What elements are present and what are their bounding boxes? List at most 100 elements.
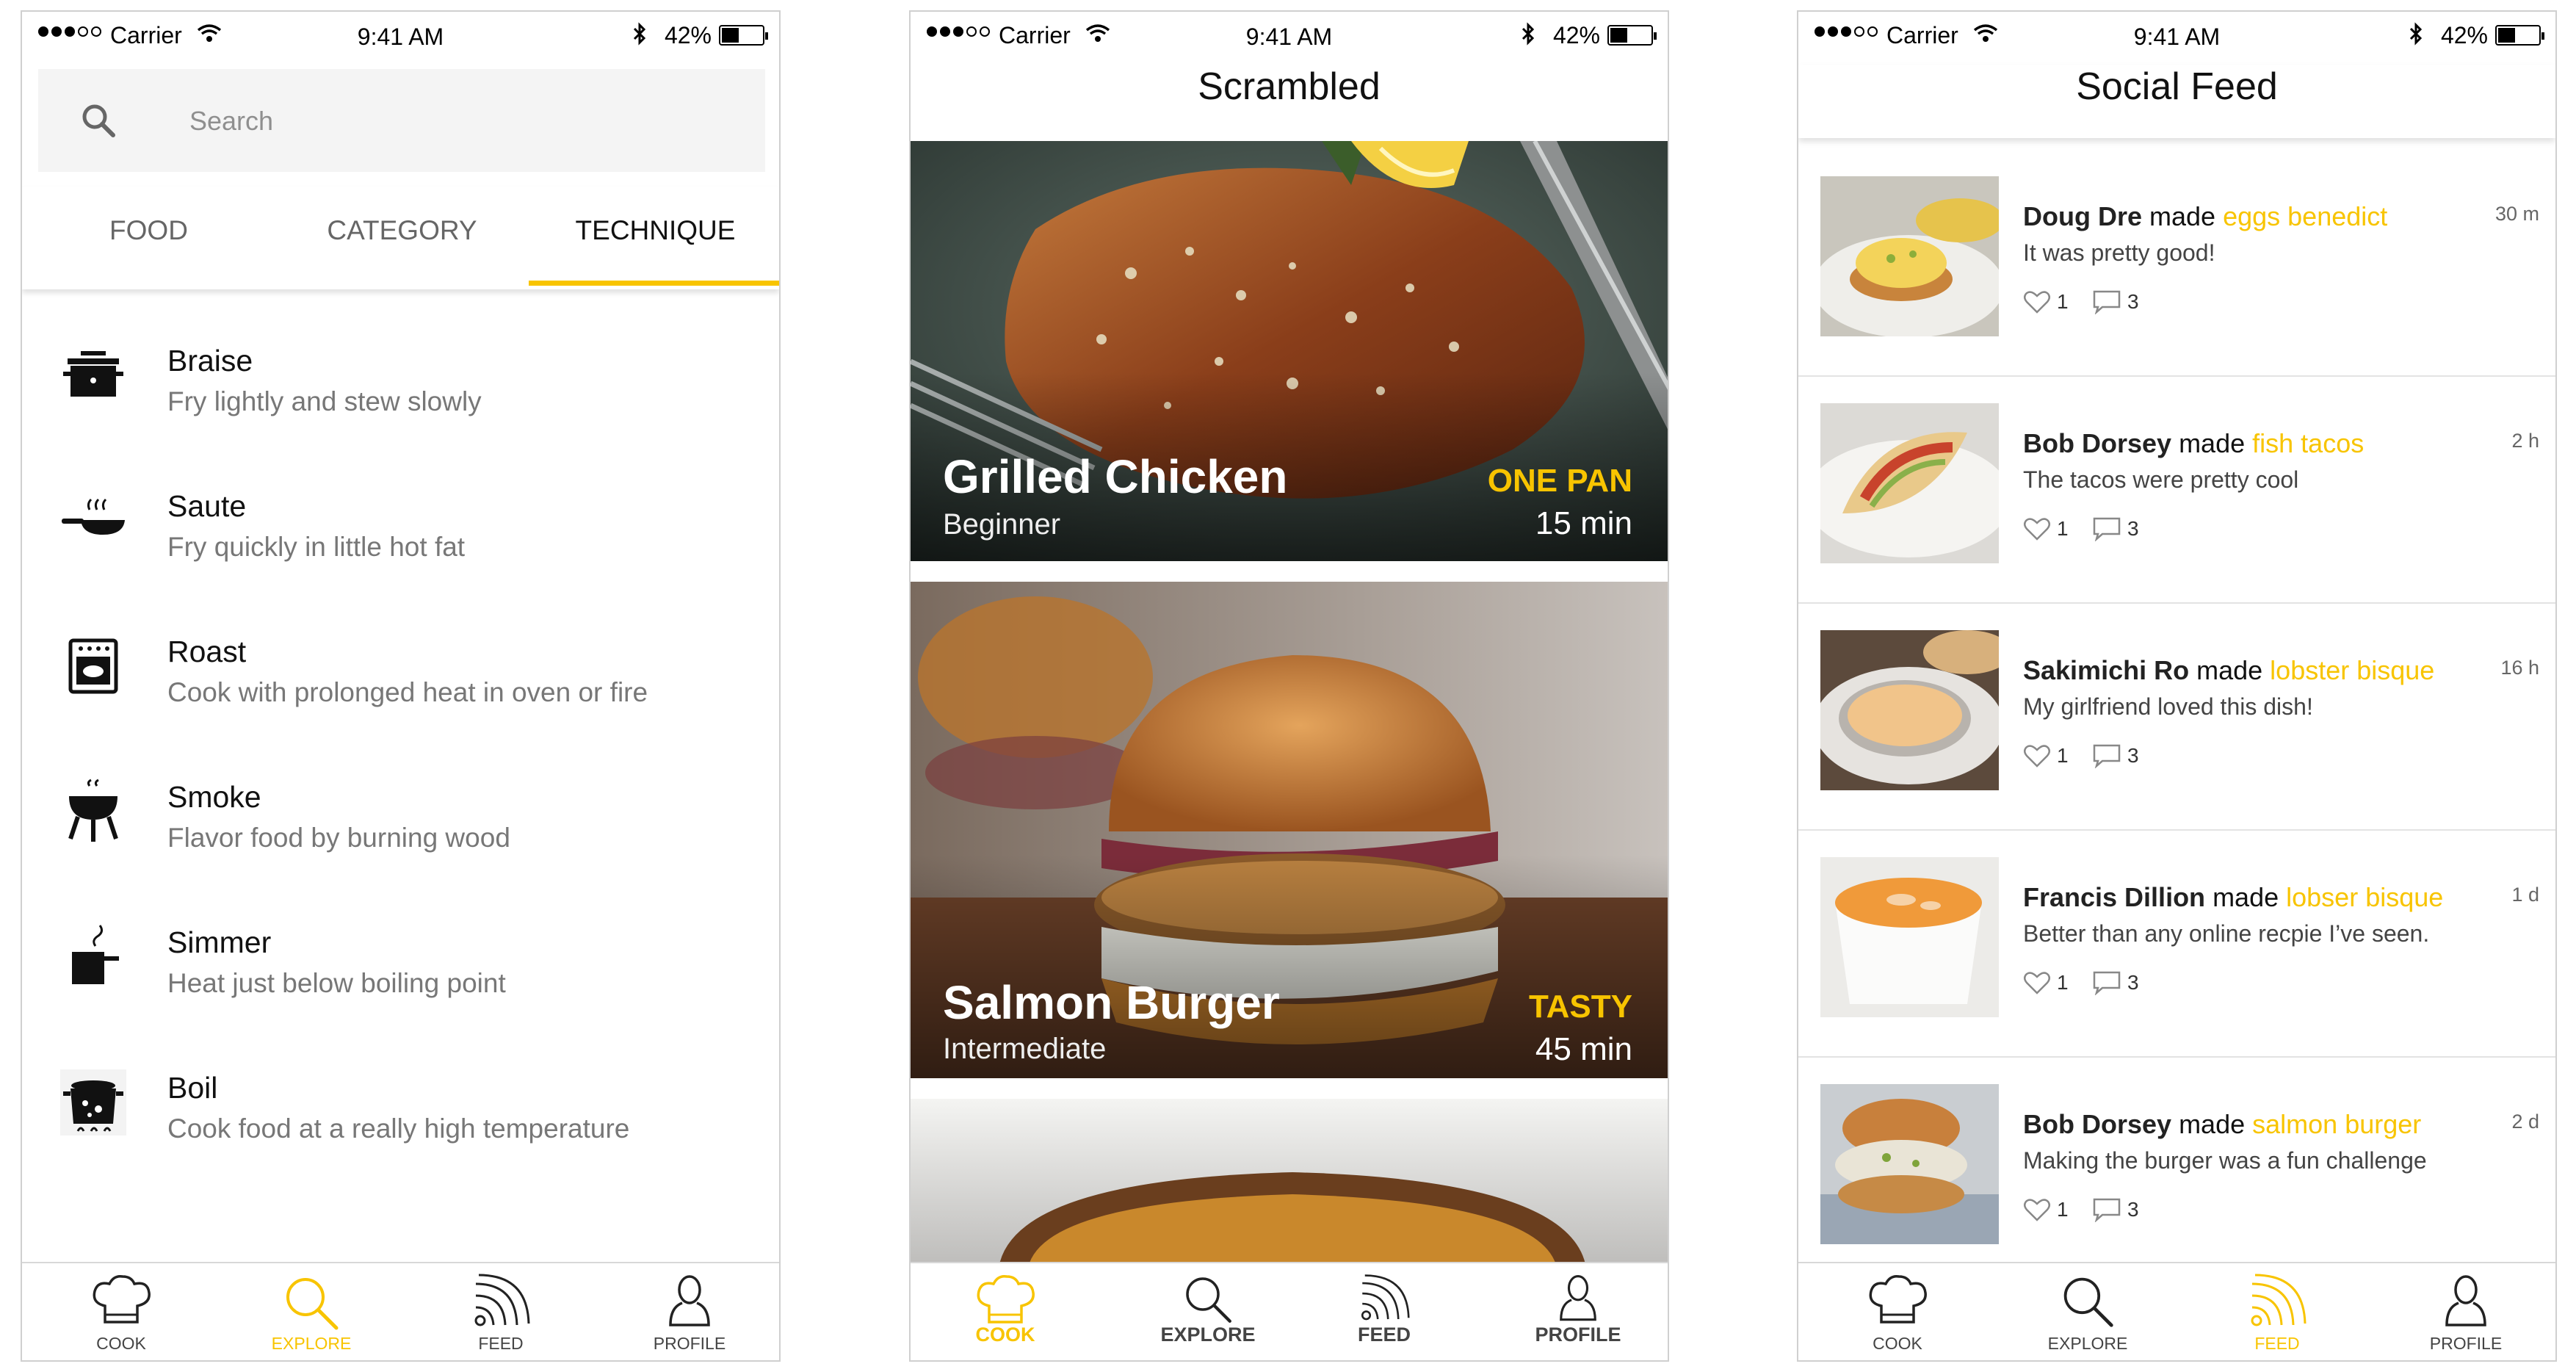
battery-icon xyxy=(2495,25,2544,46)
bluetooth-icon xyxy=(2409,22,2423,46)
technique-name: Saute xyxy=(167,489,247,523)
post-user[interactable]: Sakimichi Ro xyxy=(2023,655,2189,685)
post-dish[interactable]: salmon burger xyxy=(2252,1109,2421,1139)
post-dish[interactable]: eggs benedict xyxy=(2223,201,2387,231)
recipe-name: Grilled Chicken xyxy=(943,450,1288,503)
search-input[interactable]: Search xyxy=(189,106,273,137)
battery-icon xyxy=(719,25,768,46)
post-comment: My girlfriend loved this dish! xyxy=(2023,693,2313,720)
post-comment: The tacos were pretty cool xyxy=(2023,466,2299,493)
bottom-tab-bar: COOK EXPLORE FEED PROFILE xyxy=(911,1262,1668,1360)
comment-button[interactable]: 3 xyxy=(2092,970,2139,995)
heart-icon xyxy=(2024,1199,2050,1221)
tabbar-label: EXPLORE xyxy=(271,1334,352,1353)
feed-post[interactable]: Sakimichi Ro made lobster bisque 16 h My… xyxy=(1798,604,2555,831)
tab-technique[interactable]: TECHNIQUE xyxy=(529,187,779,289)
tabbar-cook[interactable]: COOK xyxy=(1803,1263,1992,1360)
grill-icon xyxy=(68,779,118,842)
heart-icon xyxy=(2024,972,2050,994)
like-count: 1 xyxy=(2057,744,2069,767)
comment-button[interactable]: 3 xyxy=(2092,289,2139,314)
technique-name: Simmer xyxy=(167,925,272,959)
comment-count: 3 xyxy=(2127,517,2139,540)
tab-food[interactable]: FOOD xyxy=(22,187,275,289)
tabbar-profile[interactable]: PROFILE xyxy=(2371,1263,2555,1360)
tabbar-cook[interactable]: COOK xyxy=(26,1263,216,1360)
post-photo xyxy=(1820,176,1999,336)
comment-button[interactable]: 3 xyxy=(2092,743,2139,768)
feed-icon xyxy=(474,1274,530,1326)
tabbar-feed[interactable]: FEED xyxy=(1289,1263,1479,1360)
technique-item-roast[interactable]: Roast Cook with prolonged heat in oven o… xyxy=(22,611,779,757)
like-button[interactable]: 1 xyxy=(2023,289,2069,314)
feed-post[interactable]: Bob Dorsey made salmon burger 2 d Making… xyxy=(1798,1058,2555,1285)
tabbar-feed[interactable]: FEED xyxy=(406,1263,596,1360)
tabbar-explore[interactable]: EXPLORE xyxy=(217,1263,406,1360)
post-user[interactable]: Francis Dillion xyxy=(2023,882,2205,912)
tab-category[interactable]: CATEGORY xyxy=(275,187,529,289)
chef-hat-icon xyxy=(977,1274,1035,1324)
tabbar-profile[interactable]: PROFILE xyxy=(595,1263,779,1360)
battery-level xyxy=(722,28,739,43)
post-dish[interactable]: lobster bisque xyxy=(2270,655,2434,685)
technique-item-boil[interactable]: Boil Cook food at a really high temperat… xyxy=(22,1047,779,1193)
post-headline: Francis Dillion made lobser bisque xyxy=(2023,882,2443,913)
tabbar-explore[interactable]: EXPLORE xyxy=(1113,1263,1303,1360)
post-dish[interactable]: fish tacos xyxy=(2252,428,2364,458)
technique-item-saute[interactable]: Saute Fry quickly in little hot fat xyxy=(22,466,779,611)
comment-button[interactable]: 3 xyxy=(2092,1197,2139,1222)
tabbar-feed[interactable]: FEED xyxy=(2182,1263,2372,1360)
post-user[interactable]: Bob Dorsey xyxy=(2023,428,2171,458)
technique-item-smoke[interactable]: Smoke Flavor food by burning wood xyxy=(22,757,779,902)
post-headline: Sakimichi Ro made lobster bisque xyxy=(2023,655,2434,686)
salmon-burger-photo xyxy=(1820,1084,1999,1244)
search-bar[interactable]: Search xyxy=(38,69,765,172)
comment-count: 3 xyxy=(2127,290,2139,313)
tabbar-explore[interactable]: EXPLORE xyxy=(1993,1263,2182,1360)
battery-percent: 42% xyxy=(664,22,712,48)
technique-name: Braise xyxy=(167,344,253,378)
feed-icon xyxy=(2251,1274,2307,1326)
explore-screen: Carrier 9:41 AM 42% Search FOOD CATEGORY… xyxy=(21,10,781,1362)
tabbar-label: EXPLORE xyxy=(1160,1324,1256,1346)
battery-percent: 42% xyxy=(2440,22,2488,48)
recipe-card-grilled-chicken[interactable]: Grilled Chicken Beginner ONE PAN 15 min xyxy=(911,141,1668,561)
like-button[interactable]: 1 xyxy=(2023,516,2069,541)
tabbar-profile[interactable]: PROFILE xyxy=(1483,1263,1668,1360)
tabbar-label: PROFILE xyxy=(653,1334,726,1353)
post-time: 1 d xyxy=(2511,884,2539,906)
recipe-tag: ONE PAN xyxy=(1487,463,1632,499)
post-dish[interactable]: lobser bisque xyxy=(2286,882,2443,912)
boil-pot-icon xyxy=(60,1069,126,1135)
tabbar-cook[interactable]: COOK xyxy=(911,1263,1100,1360)
like-button[interactable]: 1 xyxy=(2023,1197,2069,1222)
like-count: 1 xyxy=(2057,1198,2069,1221)
post-user[interactable]: Bob Dorsey xyxy=(2023,1109,2171,1139)
bluetooth-icon xyxy=(633,22,646,46)
post-headline: Bob Dorsey made fish tacos xyxy=(2023,428,2364,459)
soup-bowl-photo xyxy=(911,1099,1668,1268)
post-user[interactable]: Doug Dre xyxy=(2023,201,2142,231)
feed-post[interactable]: Bob Dorsey made fish tacos 2 h The tacos… xyxy=(1798,377,2555,604)
profile-icon xyxy=(2445,1275,2486,1326)
tabbar-label: PROFILE xyxy=(2429,1334,2503,1353)
technique-item-braise[interactable]: Braise Fry lightly and stew slowly xyxy=(22,320,779,466)
recipe-card-salmon-burger[interactable]: Salmon Burger Intermediate TASTY 45 min xyxy=(911,582,1668,1078)
technique-item-simmer[interactable]: Simmer Heat just below boiling point xyxy=(22,902,779,1047)
post-verb: made xyxy=(2179,428,2246,458)
simmer-pot-icon xyxy=(72,925,119,984)
post-comment: Better than any online recpie I’ve seen. xyxy=(2023,920,2430,947)
technique-name: Boil xyxy=(167,1071,218,1105)
braise-pot-icon xyxy=(63,351,123,397)
post-time: 16 h xyxy=(2500,657,2539,679)
status-bar: Carrier 9:41 AM 42% xyxy=(22,12,779,65)
bottom-tab-bar: COOK EXPLORE FEED PROFILE xyxy=(1798,1262,2555,1360)
cook-screen: Carrier 9:41 AM 42% Scrambled Grilled Ch… xyxy=(909,10,1669,1362)
comment-button[interactable]: 3 xyxy=(2092,516,2139,541)
like-button[interactable]: 1 xyxy=(2023,970,2069,995)
feed-post[interactable]: Doug Dre made eggs benedict 30 m It was … xyxy=(1798,150,2555,377)
feed-post[interactable]: Francis Dillion made lobser bisque 1 d B… xyxy=(1798,831,2555,1058)
recipe-level: Intermediate xyxy=(943,1033,1107,1065)
recipe-card-partial[interactable] xyxy=(911,1099,1668,1268)
like-button[interactable]: 1 xyxy=(2023,743,2069,768)
